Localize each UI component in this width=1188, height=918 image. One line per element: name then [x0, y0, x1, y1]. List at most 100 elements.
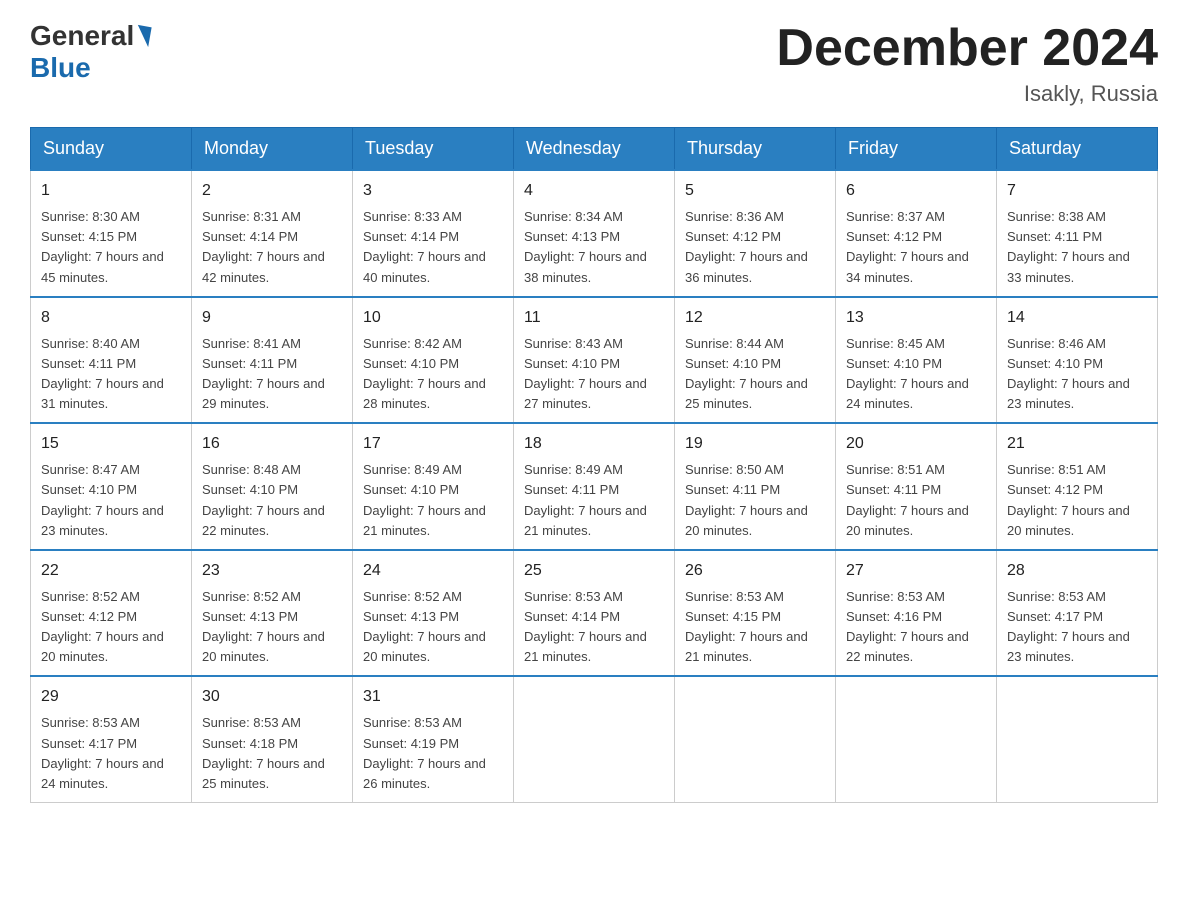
- weekday-header-saturday: Saturday: [997, 128, 1158, 171]
- calendar-cell: 30 Sunrise: 8:53 AMSunset: 4:18 PMDayligh…: [192, 676, 353, 802]
- logo-arrow-icon: [135, 25, 152, 47]
- day-number: 9: [202, 306, 342, 330]
- weekday-header-row: SundayMondayTuesdayWednesdayThursdayFrid…: [31, 128, 1158, 171]
- day-info: Sunrise: 8:53 AMSunset: 4:18 PMDaylight:…: [202, 713, 342, 794]
- calendar-cell: 15 Sunrise: 8:47 AMSunset: 4:10 PMDayligh…: [31, 423, 192, 550]
- week-row-5: 29 Sunrise: 8:53 AMSunset: 4:17 PMDayligh…: [31, 676, 1158, 802]
- calendar-cell: 6 Sunrise: 8:37 AMSunset: 4:12 PMDaylight…: [836, 170, 997, 297]
- day-info: Sunrise: 8:49 AMSunset: 4:10 PMDaylight:…: [363, 460, 503, 541]
- day-info: Sunrise: 8:52 AMSunset: 4:13 PMDaylight:…: [363, 587, 503, 668]
- day-info: Sunrise: 8:53 AMSunset: 4:16 PMDaylight:…: [846, 587, 986, 668]
- day-info: Sunrise: 8:42 AMSunset: 4:10 PMDaylight:…: [363, 334, 503, 415]
- day-info: Sunrise: 8:47 AMSunset: 4:10 PMDaylight:…: [41, 460, 181, 541]
- title-block: December 2024 Isakly, Russia: [776, 20, 1158, 107]
- calendar-cell: 14Sunrise: 8:46 AMSunset: 4:10 PMDayligh…: [997, 297, 1158, 424]
- day-info: Sunrise: 8:53 AMSunset: 4:17 PMDaylight:…: [41, 713, 181, 794]
- day-info: Sunrise: 8:41 AMSunset: 4:11 PMDaylight:…: [202, 334, 342, 415]
- weekday-header-monday: Monday: [192, 128, 353, 171]
- day-number: 19: [685, 432, 825, 456]
- day-number: 31: [363, 685, 503, 709]
- day-number: 23: [202, 559, 342, 583]
- weekday-header-wednesday: Wednesday: [514, 128, 675, 171]
- day-info: Sunrise: 8:40 AMSunset: 4:11 PMDaylight:…: [41, 334, 181, 415]
- day-number: 28: [1007, 559, 1147, 583]
- weekday-header-tuesday: Tuesday: [353, 128, 514, 171]
- calendar-cell: 28Sunrise: 8:53 AMSunset: 4:17 PMDayligh…: [997, 550, 1158, 677]
- calendar-cell: 21 Sunrise: 8:51 AMSunset: 4:12 PMDayligh…: [997, 423, 1158, 550]
- calendar-cell: [514, 676, 675, 802]
- day-info: Sunrise: 8:45 AMSunset: 4:10 PMDaylight:…: [846, 334, 986, 415]
- calendar-header: SundayMondayTuesdayWednesdayThursdayFrid…: [31, 128, 1158, 171]
- day-info: Sunrise: 8:50 AMSunset: 4:11 PMDaylight:…: [685, 460, 825, 541]
- calendar-cell: 11 Sunrise: 8:43 AMSunset: 4:10 PMDayligh…: [514, 297, 675, 424]
- day-info: Sunrise: 8:36 AMSunset: 4:12 PMDaylight:…: [685, 207, 825, 288]
- day-info: Sunrise: 8:30 AMSunset: 4:15 PMDaylight:…: [41, 207, 181, 288]
- day-info: Sunrise: 8:46 AMSunset: 4:10 PMDaylight:…: [1007, 334, 1147, 415]
- day-info: Sunrise: 8:43 AMSunset: 4:10 PMDaylight:…: [524, 334, 664, 415]
- calendar-cell: 19 Sunrise: 8:50 AMSunset: 4:11 PMDayligh…: [675, 423, 836, 550]
- day-info: Sunrise: 8:52 AMSunset: 4:13 PMDaylight:…: [202, 587, 342, 668]
- calendar-table: SundayMondayTuesdayWednesdayThursdayFrid…: [30, 127, 1158, 803]
- calendar-cell: 3 Sunrise: 8:33 AMSunset: 4:14 PMDaylight…: [353, 170, 514, 297]
- day-number: 2: [202, 179, 342, 203]
- calendar-cell: 10 Sunrise: 8:42 AMSunset: 4:10 PMDayligh…: [353, 297, 514, 424]
- day-number: 15: [41, 432, 181, 456]
- week-row-2: 8 Sunrise: 8:40 AMSunset: 4:11 PMDaylight…: [31, 297, 1158, 424]
- day-number: 26: [685, 559, 825, 583]
- day-number: 25: [524, 559, 664, 583]
- day-info: Sunrise: 8:51 AMSunset: 4:11 PMDaylight:…: [846, 460, 986, 541]
- calendar-cell: 8 Sunrise: 8:40 AMSunset: 4:11 PMDaylight…: [31, 297, 192, 424]
- day-info: Sunrise: 8:44 AMSunset: 4:10 PMDaylight:…: [685, 334, 825, 415]
- logo: General Blue: [30, 20, 152, 84]
- day-number: 12: [685, 306, 825, 330]
- calendar-cell: 18 Sunrise: 8:49 AMSunset: 4:11 PMDayligh…: [514, 423, 675, 550]
- day-number: 7: [1007, 179, 1147, 203]
- day-info: Sunrise: 8:53 AMSunset: 4:14 PMDaylight:…: [524, 587, 664, 668]
- location: Isakly, Russia: [776, 81, 1158, 107]
- day-info: Sunrise: 8:33 AMSunset: 4:14 PMDaylight:…: [363, 207, 503, 288]
- calendar-cell: 13Sunrise: 8:45 AMSunset: 4:10 PMDayligh…: [836, 297, 997, 424]
- day-info: Sunrise: 8:48 AMSunset: 4:10 PMDaylight:…: [202, 460, 342, 541]
- day-number: 11: [524, 306, 664, 330]
- day-number: 30: [202, 685, 342, 709]
- logo-blue-text: Blue: [30, 52, 91, 83]
- calendar-cell: [836, 676, 997, 802]
- month-title: December 2024: [776, 20, 1158, 77]
- day-number: 20: [846, 432, 986, 456]
- calendar-cell: 9 Sunrise: 8:41 AMSunset: 4:11 PMDaylight…: [192, 297, 353, 424]
- day-number: 8: [41, 306, 181, 330]
- calendar-cell: 27 Sunrise: 8:53 AMSunset: 4:16 PMDayligh…: [836, 550, 997, 677]
- week-row-1: 1 Sunrise: 8:30 AMSunset: 4:15 PMDaylight…: [31, 170, 1158, 297]
- calendar-cell: 2 Sunrise: 8:31 AMSunset: 4:14 PMDaylight…: [192, 170, 353, 297]
- day-info: Sunrise: 8:52 AMSunset: 4:12 PMDaylight:…: [41, 587, 181, 668]
- day-info: Sunrise: 8:49 AMSunset: 4:11 PMDaylight:…: [524, 460, 664, 541]
- day-number: 3: [363, 179, 503, 203]
- day-number: 18: [524, 432, 664, 456]
- calendar-cell: 22 Sunrise: 8:52 AMSunset: 4:12 PMDayligh…: [31, 550, 192, 677]
- day-number: 17: [363, 432, 503, 456]
- day-number: 10: [363, 306, 503, 330]
- calendar-cell: 23 Sunrise: 8:52 AMSunset: 4:13 PMDayligh…: [192, 550, 353, 677]
- day-number: 24: [363, 559, 503, 583]
- day-number: 1: [41, 179, 181, 203]
- day-info: Sunrise: 8:31 AMSunset: 4:14 PMDaylight:…: [202, 207, 342, 288]
- day-info: Sunrise: 8:37 AMSunset: 4:12 PMDaylight:…: [846, 207, 986, 288]
- day-info: Sunrise: 8:53 AMSunset: 4:15 PMDaylight:…: [685, 587, 825, 668]
- day-info: Sunrise: 8:34 AMSunset: 4:13 PMDaylight:…: [524, 207, 664, 288]
- day-info: Sunrise: 8:38 AMSunset: 4:11 PMDaylight:…: [1007, 207, 1147, 288]
- day-number: 16: [202, 432, 342, 456]
- calendar-cell: 7 Sunrise: 8:38 AMSunset: 4:11 PMDaylight…: [997, 170, 1158, 297]
- day-number: 22: [41, 559, 181, 583]
- day-number: 6: [846, 179, 986, 203]
- day-number: 29: [41, 685, 181, 709]
- weekday-header-sunday: Sunday: [31, 128, 192, 171]
- day-number: 27: [846, 559, 986, 583]
- week-row-3: 15 Sunrise: 8:47 AMSunset: 4:10 PMDayligh…: [31, 423, 1158, 550]
- calendar-cell: 16 Sunrise: 8:48 AMSunset: 4:10 PMDayligh…: [192, 423, 353, 550]
- calendar-cell: 4Sunrise: 8:34 AMSunset: 4:13 PMDaylight…: [514, 170, 675, 297]
- weekday-header-thursday: Thursday: [675, 128, 836, 171]
- day-info: Sunrise: 8:51 AMSunset: 4:12 PMDaylight:…: [1007, 460, 1147, 541]
- day-number: 21: [1007, 432, 1147, 456]
- calendar-body: 1 Sunrise: 8:30 AMSunset: 4:15 PMDaylight…: [31, 170, 1158, 802]
- calendar-cell: 26 Sunrise: 8:53 AMSunset: 4:15 PMDayligh…: [675, 550, 836, 677]
